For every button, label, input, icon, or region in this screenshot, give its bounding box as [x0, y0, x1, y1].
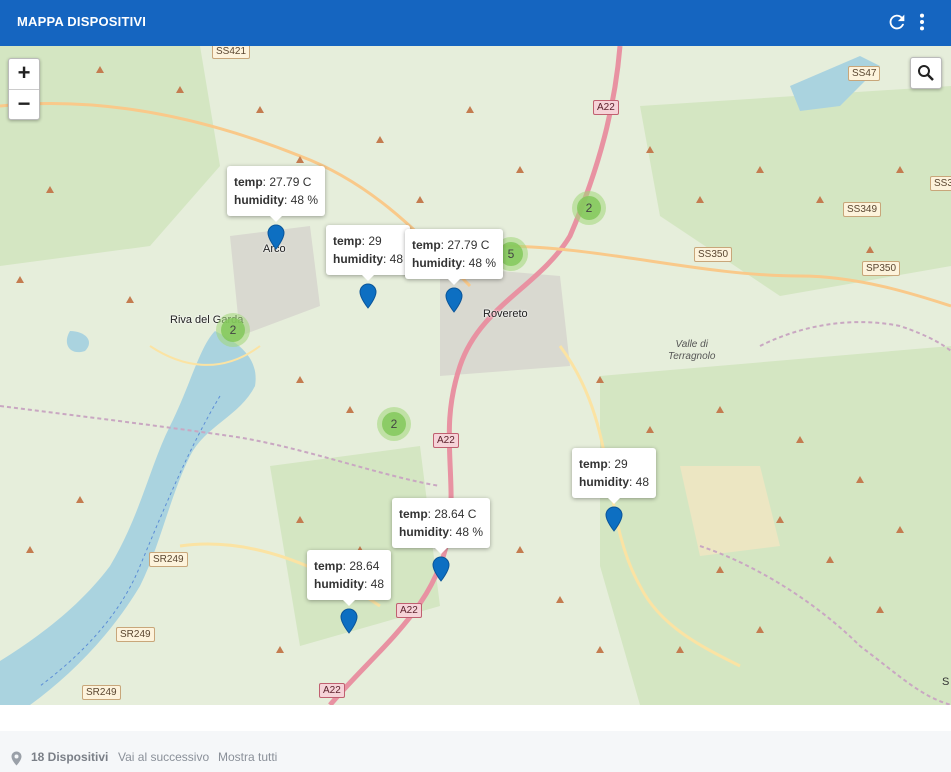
map-pin-icon[interactable] — [605, 506, 623, 532]
device-count: 18 Dispositivi — [31, 750, 109, 764]
more-vert-icon[interactable] — [914, 11, 930, 33]
temp-value: : 28.64 C — [427, 507, 477, 521]
road-shield: A22 — [433, 433, 459, 448]
humidity-label: humidity — [314, 577, 364, 591]
road-shield: SS349 — [843, 202, 882, 217]
road-shield: SS3 — [930, 176, 951, 191]
road-shield: SS421 — [212, 46, 251, 59]
road-shield: SP350 — [862, 261, 901, 276]
map-pin-icon[interactable] — [432, 556, 450, 582]
temp-label: temp — [333, 234, 362, 248]
town-label: Rovereto — [483, 308, 528, 320]
temp-value: : 27.79 C — [440, 238, 490, 252]
map-pin-icon[interactable] — [340, 608, 358, 634]
temp-value: : 29 — [361, 234, 382, 248]
humidity-label: humidity — [412, 256, 462, 270]
humidity-label: humidity — [234, 193, 284, 207]
road-shield: A22 — [319, 683, 345, 698]
device-footer: 18 Dispositivi Vai al successivo Mostra … — [0, 731, 951, 772]
humidity-label: humidity — [579, 475, 629, 489]
cluster-count: 2 — [382, 412, 406, 436]
humidity-label: humidity — [333, 252, 383, 266]
map-pin-icon[interactable] — [267, 224, 285, 250]
temp-label: temp — [399, 507, 428, 521]
road-shield: SS47 — [848, 66, 881, 81]
zoom-in-button[interactable]: + — [9, 59, 39, 90]
humidity-value: : 48 — [629, 475, 650, 489]
road-label: S — [942, 676, 950, 688]
zoom-control: + − — [8, 58, 40, 120]
marker-cluster[interactable]: 2 — [377, 407, 411, 441]
temp-value: : 29 — [607, 457, 628, 471]
road-shield: SS350 — [694, 247, 733, 262]
show-all-link[interactable]: Mostra tutti — [218, 750, 277, 764]
road-shield: SR249 — [82, 685, 121, 700]
cluster-count: 2 — [221, 318, 245, 342]
device-popup: temp: 29 humidity: 48 — [326, 225, 411, 281]
device-popup: temp: 29 humidity: 48 — [572, 448, 657, 504]
temp-label: temp — [234, 175, 263, 189]
zoom-out-button[interactable]: − — [9, 90, 39, 120]
humidity-value: : 48 — [364, 577, 385, 591]
map-pin-icon[interactable] — [359, 283, 377, 309]
map-search-button[interactable] — [910, 57, 942, 89]
road-shield: A22 — [396, 603, 422, 618]
marker-cluster[interactable]: 2 — [216, 313, 250, 347]
device-popup: temp: 27.79 C humidity: 48 % — [405, 229, 504, 285]
road-shield: A22 — [593, 100, 619, 115]
app-bar: MAPPA DISPOSITIVI — [0, 0, 951, 46]
humidity-value: : 48 — [383, 252, 404, 266]
cluster-count: 2 — [577, 196, 601, 220]
location-pin-icon — [11, 751, 22, 766]
spacer — [0, 705, 951, 731]
road-shield: SR249 — [149, 552, 188, 567]
valley-label-line: Terragnolo — [668, 351, 716, 362]
device-map[interactable]: + − SS421 A22 SS47 SS3 SS349 SS350 SP350… — [0, 46, 951, 705]
road-shield: SR249 — [116, 627, 155, 642]
humidity-value: : 48 % — [284, 193, 319, 207]
device-popup: temp: 27.79 C humidity: 48 % — [227, 166, 326, 222]
next-device-link[interactable]: Vai al successivo — [118, 750, 209, 764]
map-tiles — [0, 46, 951, 705]
temp-label: temp — [412, 238, 441, 252]
valley-label-line: Valle di — [675, 339, 708, 350]
refresh-icon[interactable] — [886, 11, 908, 33]
humidity-value: : 48 % — [462, 256, 497, 270]
temp-value: : 27.79 C — [262, 175, 312, 189]
page-title: MAPPA DISPOSITIVI — [17, 14, 147, 29]
map-pin-icon[interactable] — [445, 287, 463, 313]
device-popup: temp: 28.64 humidity: 48 — [307, 550, 392, 606]
device-popup: temp: 28.64 C humidity: 48 % — [392, 498, 491, 554]
marker-cluster[interactable]: 2 — [572, 191, 606, 225]
temp-value: : 28.64 — [342, 559, 380, 573]
valley-label: Valle di Terragnolo — [668, 339, 715, 363]
humidity-value: : 48 % — [449, 525, 484, 539]
temp-label: temp — [579, 457, 608, 471]
search-icon — [918, 65, 934, 81]
humidity-label: humidity — [399, 525, 449, 539]
temp-label: temp — [314, 559, 343, 573]
